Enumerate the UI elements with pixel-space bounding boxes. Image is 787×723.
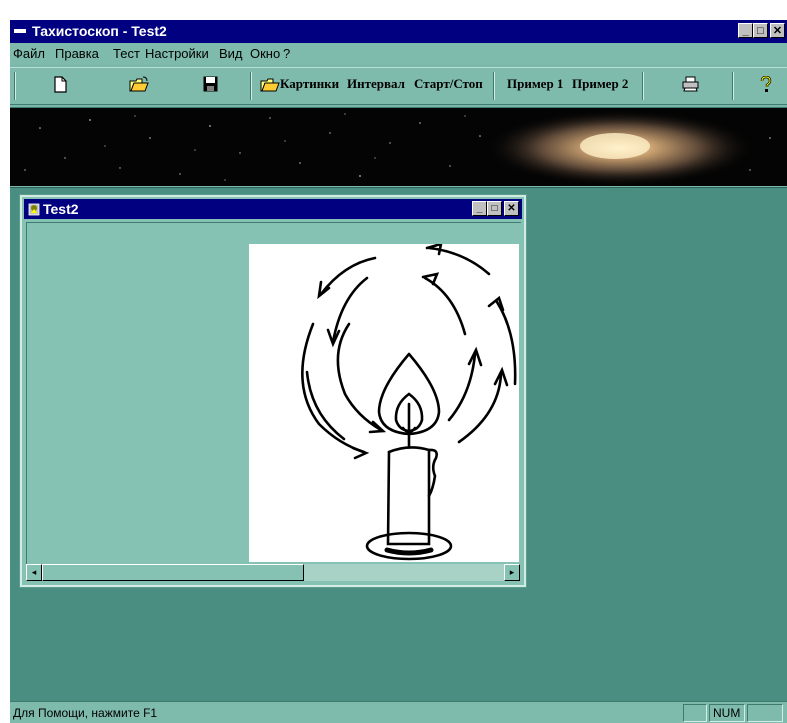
- menu-settings[interactable]: Настройки: [145, 46, 209, 61]
- horizontal-scrollbar[interactable]: ◂ ▸: [26, 564, 520, 581]
- menu-window[interactable]: Окно: [250, 46, 280, 61]
- child-window-test2: Test2 _ □ ✕ ◂ ▸: [19, 194, 527, 588]
- main-titlebar[interactable]: Тахистоскоп - Test2 _ □ ✕: [10, 20, 787, 43]
- start-stop-button[interactable]: Старт/Стоп: [414, 76, 483, 92]
- status-panel-empty: [747, 704, 783, 722]
- document-icon[interactable]: [28, 202, 41, 219]
- menu-edit[interactable]: Правка: [55, 46, 99, 61]
- menu-help[interactable]: ?: [283, 46, 290, 61]
- candle-drawing: [301, 242, 517, 561]
- status-panel-empty: [683, 704, 707, 722]
- scroll-thumb[interactable]: [42, 564, 304, 581]
- child-titlebar[interactable]: Test2 _ □ ✕: [24, 199, 522, 219]
- system-menu-icon[interactable]: [14, 29, 26, 33]
- interval-button[interactable]: Интервал: [347, 76, 405, 92]
- toolbar-separator: [642, 72, 644, 100]
- example-1-button[interactable]: Пример 1: [507, 76, 563, 92]
- pictures-folder-icon: [260, 77, 280, 97]
- save-disk-icon[interactable]: [203, 76, 218, 97]
- candle-picture: [249, 242, 519, 562]
- scroll-left-button[interactable]: ◂: [26, 564, 42, 581]
- toolbar: Картинки Интервал Старт/Стоп Пример 1 Пр…: [10, 67, 787, 105]
- child-close-button[interactable]: ✕: [504, 201, 519, 216]
- scroll-right-button[interactable]: ▸: [504, 564, 520, 581]
- minimize-button[interactable]: _: [738, 23, 753, 38]
- menu-view[interactable]: Вид: [219, 46, 243, 61]
- toolbar-separator: [493, 72, 495, 100]
- example-2-button[interactable]: Пример 2: [572, 76, 628, 92]
- status-help-text: Для Помощи, нажмите F1: [13, 706, 158, 720]
- child-maximize-button[interactable]: □: [487, 201, 502, 216]
- toolbar-separator: [732, 72, 734, 100]
- status-num-indicator: NUM: [709, 704, 745, 722]
- print-icon[interactable]: [682, 76, 699, 97]
- help-icon[interactable]: [760, 75, 772, 98]
- maximize-button[interactable]: □: [753, 23, 768, 38]
- mdi-workspace: Test2 _ □ ✕ ◂ ▸: [10, 187, 787, 702]
- pictures-button[interactable]: Картинки: [280, 76, 339, 92]
- menu-bar: Файл Правка Тест Настройки Вид Окно ?: [10, 43, 787, 65]
- galaxy-banner: [10, 107, 787, 186]
- new-file-icon[interactable]: [54, 76, 67, 98]
- status-bar: Для Помощи, нажмите F1 NUM: [10, 701, 787, 723]
- toolbar-separator: [14, 72, 16, 100]
- toolbar-separator: [250, 72, 252, 100]
- close-button[interactable]: ✕: [770, 23, 785, 38]
- menu-test[interactable]: Тест: [113, 46, 140, 61]
- open-folder-icon[interactable]: [129, 76, 149, 98]
- galaxy-image: [10, 108, 787, 186]
- child-client-area: [26, 222, 521, 564]
- app-title: Тахистоскоп - Test2: [32, 23, 167, 39]
- menu-file[interactable]: Файл: [13, 46, 45, 61]
- child-minimize-button[interactable]: _: [472, 201, 487, 216]
- main-window: Тахистоскоп - Test2 _ □ ✕ Файл Правка Те…: [10, 20, 787, 723]
- child-title: Test2: [43, 201, 79, 217]
